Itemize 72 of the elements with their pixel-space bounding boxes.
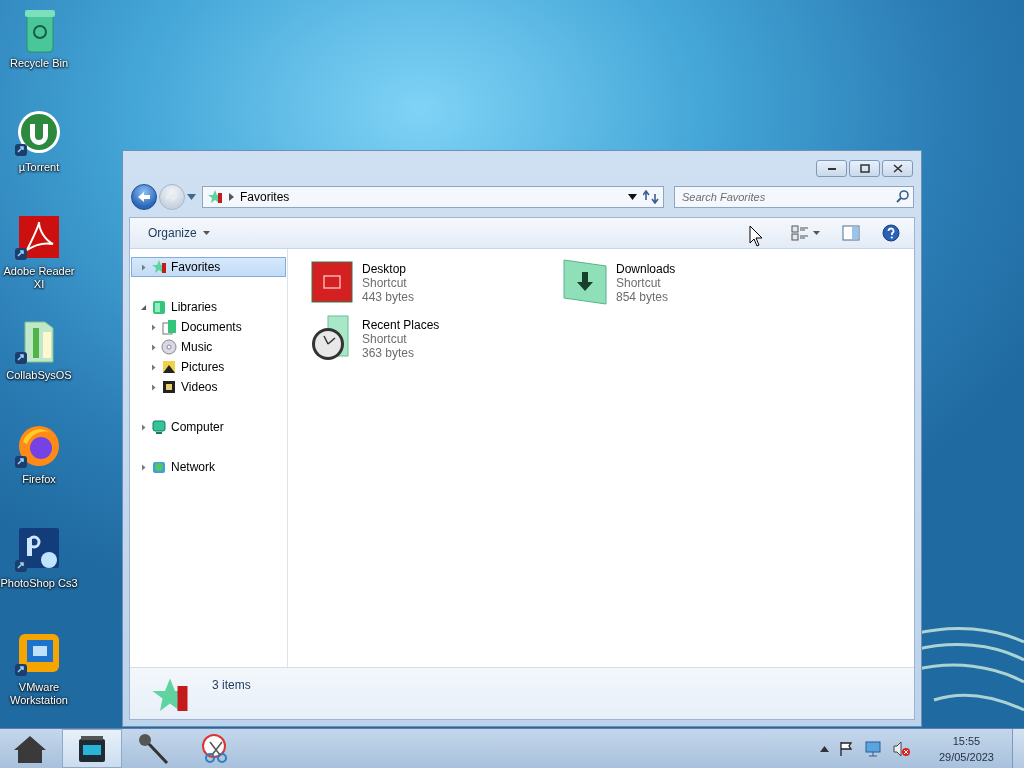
refresh-icon[interactable] — [643, 190, 659, 204]
collapsed-arrow-icon[interactable] — [140, 463, 147, 471]
file-name: Recent Places — [362, 318, 440, 332]
file-tile[interactable]: Desktop Shortcut 443 bytes — [308, 258, 562, 308]
breadcrumb-arrow-icon[interactable] — [229, 193, 234, 201]
mouse-pointer-icon — [749, 225, 763, 247]
favorites-icon — [207, 189, 223, 205]
music-icon — [161, 339, 177, 355]
nav-item[interactable]: Computer — [131, 417, 286, 437]
file-type: Shortcut — [616, 276, 662, 290]
caret-icon[interactable] — [202, 231, 210, 235]
file-size: 443 bytes — [362, 290, 415, 304]
nav-item[interactable]: Network — [131, 457, 286, 477]
close-button[interactable] — [882, 160, 913, 177]
back-button[interactable] — [131, 184, 157, 210]
search-icon[interactable] — [896, 190, 909, 203]
taskbar-button[interactable] — [62, 729, 122, 768]
favorites-icon — [151, 259, 167, 275]
computer-icon — [151, 419, 167, 435]
nav-item[interactable]: Pictures — [131, 357, 286, 377]
caret-icon[interactable] — [813, 231, 820, 235]
file-tile[interactable]: Downloads Shortcut 854 bytes — [562, 258, 816, 308]
libraries-icon — [151, 299, 167, 315]
clock[interactable]: 15:55 29/05/2023 — [918, 732, 1006, 765]
nav-item[interactable]: Libraries — [131, 297, 286, 317]
desktop-icon-label[interactable]: Adobe Reader XI — [0, 265, 78, 291]
documents-icon — [161, 319, 177, 335]
file-tile[interactable]: Recent Places Shortcut 363 bytes — [308, 314, 562, 364]
search-field[interactable]: Search Favorites — [674, 186, 914, 208]
history-caret-icon[interactable] — [187, 194, 196, 200]
collapsed-arrow-icon[interactable] — [150, 363, 157, 371]
desktop-icon-label[interactable]: VMware Workstation — [0, 681, 78, 707]
file-type: Shortcut — [362, 276, 408, 290]
nav-item[interactable]: Documents — [131, 317, 286, 337]
pictures-icon — [161, 359, 177, 375]
file-name: Desktop — [362, 262, 408, 276]
file-name: Downloads — [616, 262, 676, 276]
collapsed-arrow-icon[interactable] — [140, 263, 147, 271]
maximize-button[interactable] — [849, 160, 880, 177]
address-bar[interactable]: Favorites — [202, 186, 664, 208]
show-hidden-icons-button[interactable] — [817, 745, 831, 752]
item-count: 3 items — [212, 678, 251, 692]
file-size: 363 bytes — [362, 346, 416, 360]
expanded-arrow-icon[interactable] — [140, 303, 147, 311]
microphone-icon — [137, 732, 171, 765]
collapsed-arrow-icon[interactable] — [150, 343, 157, 351]
file-type: Shortcut — [362, 332, 408, 346]
nav-item[interactable]: Music — [131, 337, 286, 357]
collapsed-arrow-icon[interactable] — [150, 323, 157, 331]
house-icon — [12, 733, 48, 764]
details-view-icon[interactable] — [791, 225, 809, 241]
downloads-shortcut-icon — [562, 258, 610, 306]
nav-item[interactable]: Videos — [131, 377, 286, 397]
caret-icon[interactable] — [628, 194, 637, 200]
torrent-icon[interactable] — [15, 110, 63, 158]
back-arrow-icon[interactable] — [137, 191, 151, 203]
maximize-icon[interactable] — [859, 164, 870, 173]
close-icon[interactable] — [892, 164, 903, 173]
organize-button[interactable]: Organize — [140, 223, 218, 243]
collapsed-arrow-icon[interactable] — [140, 423, 147, 431]
videos-icon — [161, 379, 177, 395]
network-icon — [151, 459, 167, 475]
volume-muted-icon[interactable] — [890, 740, 913, 757]
desktop-shortcut-icon — [308, 258, 356, 306]
nav-item[interactable]: Favorites — [131, 257, 286, 277]
desktop-icon-label[interactable]: Firefox — [22, 473, 56, 486]
minimize-button[interactable] — [816, 160, 847, 177]
desktop-icon-label[interactable]: PhotoShop Cs3 — [0, 577, 78, 590]
desktop-icon-label[interactable]: CollabSysOS — [6, 369, 72, 382]
file-size: 854 bytes — [616, 290, 670, 304]
cabinet-icon — [77, 734, 107, 763]
collapsed-arrow-icon[interactable] — [150, 383, 157, 391]
